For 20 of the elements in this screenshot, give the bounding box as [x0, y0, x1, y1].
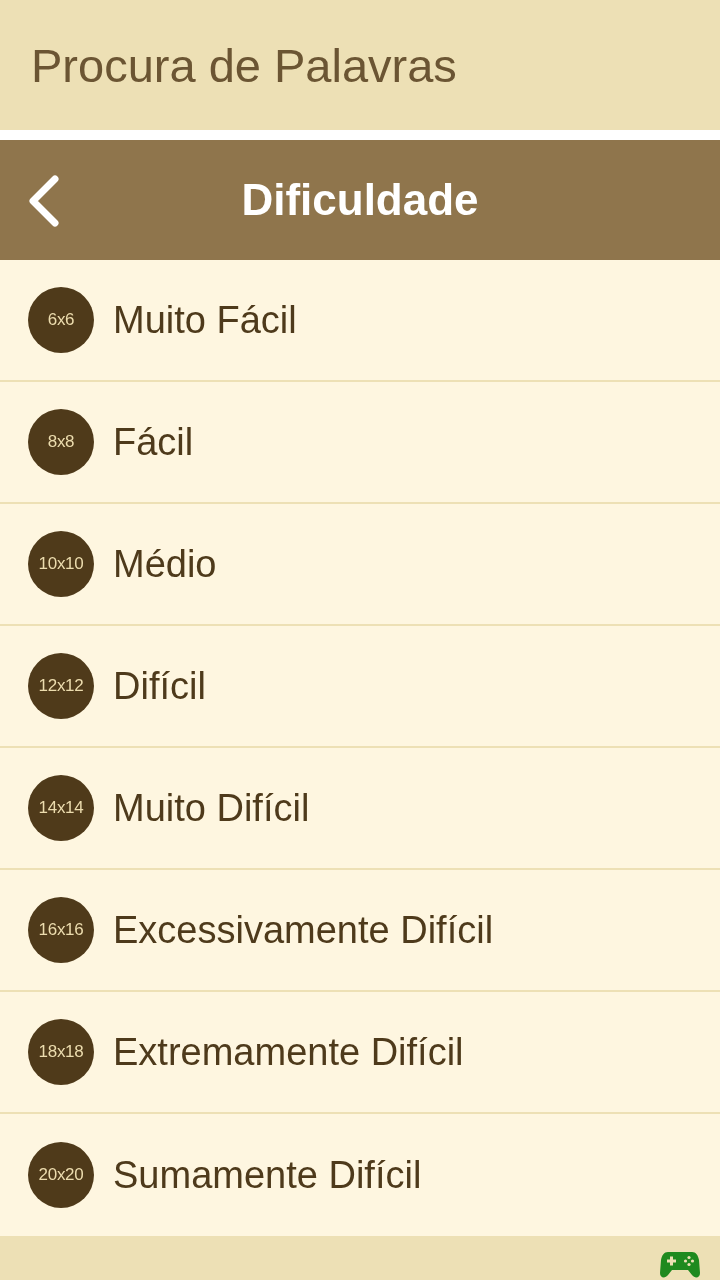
- grid-size-badge: 10x10: [28, 531, 94, 597]
- grid-size-badge: 16x16: [28, 897, 94, 963]
- grid-size-badge: 20x20: [28, 1142, 94, 1208]
- chevron-left-icon: [27, 175, 61, 227]
- difficulty-label: Extremamente Difícil: [113, 1030, 464, 1074]
- difficulty-label: Muito Fácil: [113, 298, 297, 342]
- grid-size-badge: 12x12: [28, 653, 94, 719]
- app-title: Procura de Palavras: [31, 37, 457, 93]
- grid-size-badge: 14x14: [28, 775, 94, 841]
- grid-size-badge: 18x18: [28, 1019, 94, 1085]
- difficulty-label: Fácil: [113, 420, 194, 464]
- grid-size-badge: 6x6: [28, 287, 94, 353]
- header-title: Dificuldade: [241, 175, 479, 225]
- difficulty-label: Muito Difícil: [113, 786, 310, 830]
- difficulty-label: Excessivamente Difícil: [113, 908, 494, 952]
- difficulty-label: Médio: [113, 542, 217, 586]
- grid-size-badge: 8x8: [28, 409, 94, 475]
- game-controller-button[interactable]: [660, 1251, 700, 1279]
- difficulty-label: Difícil: [113, 664, 206, 708]
- difficulty-label: Sumamente Difícil: [113, 1153, 422, 1197]
